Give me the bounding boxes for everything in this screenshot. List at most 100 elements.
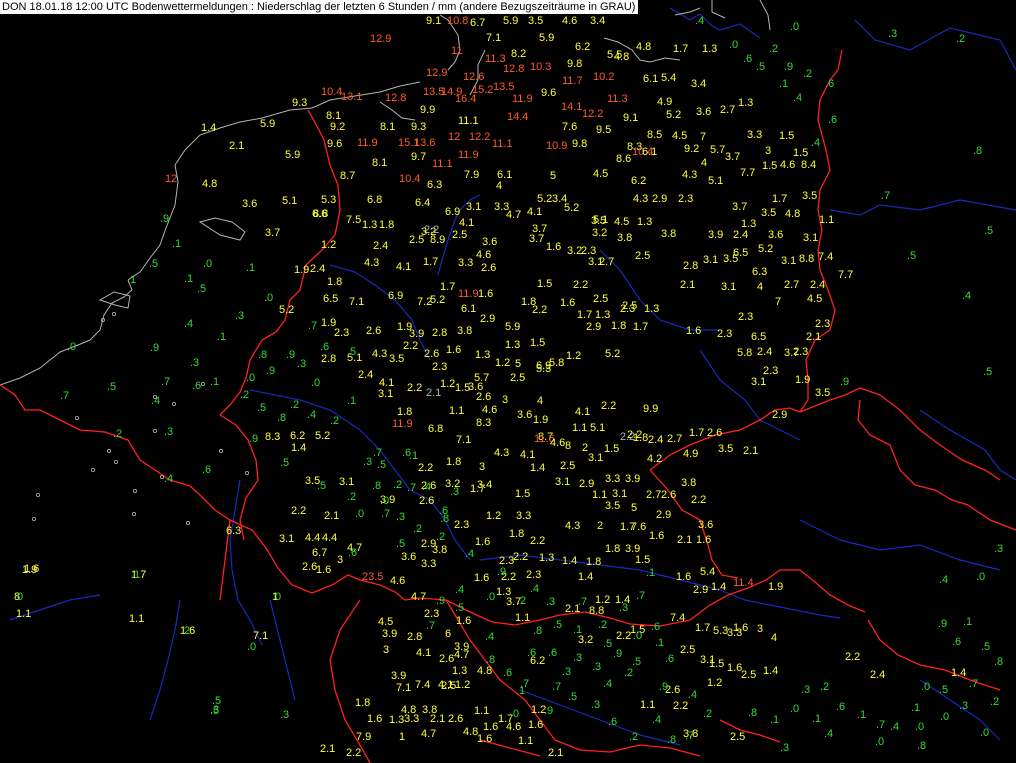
station-value: 1.7	[695, 622, 710, 634]
station-value: 2.1	[677, 534, 692, 546]
station-value: 5.2	[279, 304, 294, 316]
station-value: 3.5	[802, 190, 817, 202]
station-value: 1.6	[686, 325, 701, 337]
station-value: .5	[257, 402, 266, 414]
station-value: .6	[651, 621, 660, 633]
station-value: 2.1	[680, 279, 695, 291]
station-value: 1.8	[509, 528, 524, 540]
station-value: .5	[455, 602, 464, 614]
station-value: 1.3	[505, 339, 520, 351]
station-value: 1.6	[676, 571, 691, 583]
station-value: .2	[517, 595, 526, 607]
station-value: 1.6	[367, 713, 382, 725]
station-value: 3	[765, 145, 771, 157]
station-value: 11.1	[458, 115, 479, 127]
station-value: 4.7	[421, 728, 436, 740]
station-value: 14.1	[561, 101, 582, 113]
station-value: 2.6	[707, 427, 722, 439]
station-value: 4.8	[614, 51, 629, 63]
station-value: 11.4	[733, 577, 754, 589]
station-value: 3.9	[382, 628, 397, 640]
station-value: 12.9	[370, 33, 391, 45]
station-value: 5.3	[321, 194, 336, 206]
station-value: 3.9	[391, 670, 406, 682]
station-value: 12	[165, 173, 177, 185]
station-value: 2.5	[635, 250, 650, 262]
station-value: 12	[448, 131, 460, 143]
station-value: 4	[771, 632, 777, 644]
station-value: 2.1	[430, 713, 445, 725]
station-value: 2.5	[409, 234, 424, 246]
station-value: .3	[235, 310, 244, 322]
station-value: .9	[840, 376, 849, 388]
station-value: .2	[990, 696, 999, 708]
station-value: 2.6	[302, 561, 317, 573]
station-value: .3	[959, 700, 968, 712]
station-value: 5.4	[700, 566, 715, 578]
station-value: 2.2	[845, 651, 860, 663]
station-value: .3	[297, 358, 306, 370]
station-value: .5	[756, 61, 765, 73]
station-value: 4.5	[378, 616, 393, 628]
station-value: .4	[307, 409, 316, 421]
station-value: .5	[396, 538, 405, 550]
station-value: 4.1	[527, 206, 542, 218]
station-value: 8.1	[372, 157, 387, 169]
station-value: .2	[803, 68, 812, 80]
station-value: 2.2	[513, 551, 528, 563]
station-value: .6	[348, 547, 357, 559]
station-value: 1.4	[291, 442, 306, 454]
station-value: 2.7	[667, 433, 682, 445]
station-value: .5	[197, 283, 206, 295]
station-value: 3.9	[625, 473, 640, 485]
station-value: 1.1	[572, 422, 587, 434]
station-value: 6.8	[428, 423, 443, 435]
station-value: 2.4	[310, 263, 325, 275]
station-value: 10.4	[399, 173, 420, 185]
station-value: 1.3	[539, 552, 554, 564]
station-value: 1.5	[537, 278, 552, 290]
station-value: 3	[757, 623, 763, 635]
station-value: .0	[976, 571, 985, 583]
station-value: 8.5	[647, 129, 662, 141]
station-value: .6	[320, 341, 329, 353]
station-value: 3.2	[592, 227, 607, 239]
station-value: .4	[824, 728, 833, 740]
station-value: 7.4	[670, 612, 685, 624]
station-value: .2	[703, 708, 712, 720]
station-value: 1.3	[475, 349, 490, 361]
station-value: 23.5	[362, 571, 383, 583]
station-value: .9	[784, 61, 793, 73]
station-value: 6.5	[751, 331, 766, 343]
station-value: 13.1	[341, 91, 362, 103]
station-value: 5.1	[282, 195, 297, 207]
station-value: 2.4	[358, 369, 373, 381]
station-value: .0	[355, 508, 364, 520]
station-value: 6.2	[631, 175, 646, 187]
station-value: 4.1	[416, 647, 431, 659]
station-value: .3	[591, 699, 600, 711]
station-value: 2.3	[793, 346, 808, 358]
station-value: .6	[743, 53, 752, 65]
station-value: 2.1	[324, 510, 339, 522]
station-value: 1.5	[709, 658, 724, 670]
station-value: 7.1	[456, 434, 471, 446]
station-value: 1.6	[733, 622, 748, 634]
station-value: 3.8	[432, 544, 447, 556]
station-value: 11.9	[357, 137, 378, 149]
station-value: 3	[383, 644, 389, 656]
station-value: .5	[149, 258, 158, 270]
station-value: 4.8	[785, 208, 800, 220]
station-value: 3.3	[458, 257, 473, 269]
station-value: 3.6	[696, 106, 711, 118]
station-value: 1.2	[707, 677, 722, 689]
station-value: 5.2	[564, 202, 579, 214]
station-value: 3.7	[732, 201, 747, 213]
station-value: .1	[127, 274, 136, 286]
station-value: 12.2	[582, 108, 603, 120]
station-value: 4.6	[482, 404, 497, 416]
station-value: 4.4	[305, 532, 320, 544]
station-value: .2	[769, 43, 778, 55]
station-value: .4	[688, 689, 697, 701]
station-value: .4	[422, 481, 431, 493]
